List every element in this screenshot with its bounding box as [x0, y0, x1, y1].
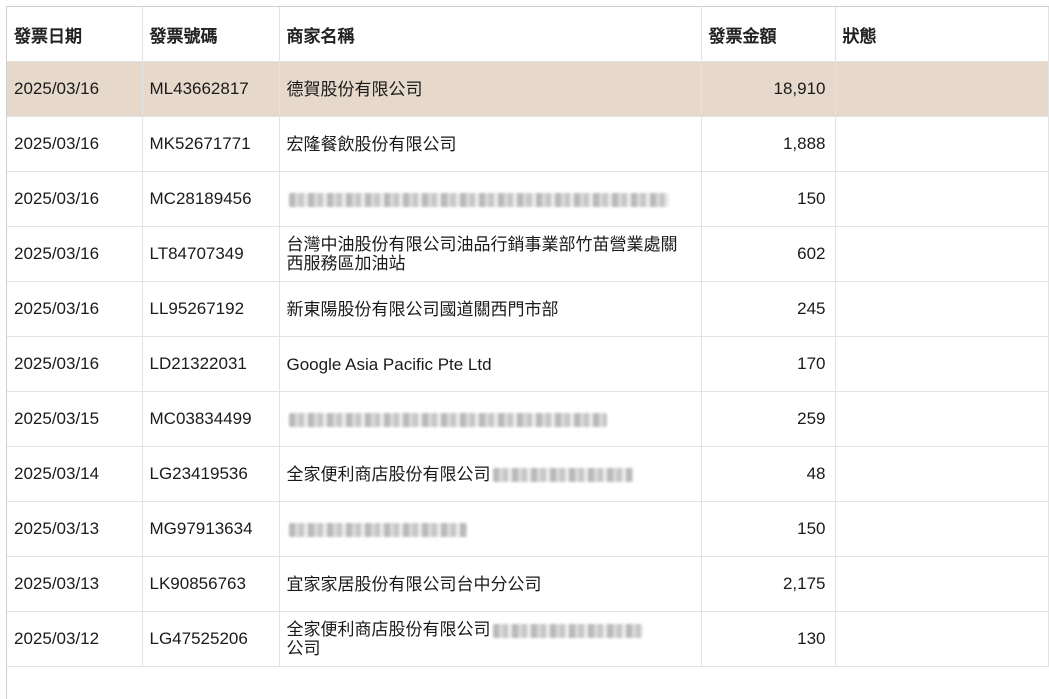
cell-invoice-no: LG47525206 [142, 611, 280, 667]
cell-amount: 602 [701, 226, 836, 282]
table-row[interactable]: 2025/03/16 MK52671771 宏隆餐飲股份有限公司 1,888 : [7, 116, 1049, 172]
redacted-text [288, 193, 669, 208]
cell-amount: 1,888 [701, 116, 836, 172]
invoice-table: 發票日期 發票號碼 商家名稱 發票金額 狀態 2025/03/16 ML4366… [7, 7, 1049, 667]
cell-merchant [279, 501, 702, 557]
table-row[interactable]: 2025/03/13 MG97913634 150 : [7, 501, 1049, 557]
redacted-text [492, 468, 633, 483]
cell-merchant: 台灣中油股份有限公司油品行銷事業部竹苗營業處關西服務區加油站 [279, 226, 702, 282]
cell-amount: 259 [701, 391, 836, 447]
cell-date: 2025/03/16 [7, 226, 143, 282]
cell-date: 2025/03/13 [7, 501, 143, 557]
cell-date: 2025/03/16 [7, 61, 143, 117]
cell-status [835, 556, 1049, 612]
cell-date: 2025/03/13 [7, 556, 143, 612]
table-row[interactable]: 2025/03/16 MC28189456 150 : [7, 171, 1049, 227]
header-row: 發票日期 發票號碼 商家名稱 發票金額 狀態 [7, 7, 1049, 62]
cell-status [835, 116, 1049, 172]
merchant-name: 全家便利商店股份有限公司 [286, 464, 491, 484]
cell-date: 2025/03/16 [7, 281, 143, 337]
column-header-invoice-no[interactable]: 發票號碼 [142, 7, 280, 62]
cell-amount: 2,175 [701, 556, 836, 612]
cell-status [835, 281, 1049, 337]
cell-date: 2025/03/16 [7, 171, 143, 227]
cell-status [835, 446, 1049, 502]
cell-merchant: 德賀股份有限公司 [279, 61, 702, 117]
invoice-grid: 發票日期 發票號碼 商家名稱 發票金額 狀態 2025/03/16 ML4366… [6, 6, 1049, 699]
redacted-text [288, 523, 467, 538]
cell-status [835, 61, 1049, 117]
table-row[interactable]: 2025/03/14 LG23419536 全家便利商店股份有限公司 48 : [7, 446, 1049, 502]
cell-invoice-no: MC28189456 [142, 171, 280, 227]
cell-invoice-no: MK52671771 [142, 116, 280, 172]
cell-status [835, 501, 1049, 557]
cell-merchant: 全家便利商店股份有限公司 公司 [279, 611, 702, 667]
cell-invoice-no: LG23419536 [142, 446, 280, 502]
redacted-text [492, 623, 643, 638]
cell-status [835, 336, 1049, 392]
cell-amount: 170 [701, 336, 836, 392]
merchant-name-suffix: 公司 [286, 639, 321, 658]
column-header-status[interactable]: 狀態 [835, 7, 1049, 62]
cell-date: 2025/03/12 [7, 611, 143, 667]
column-header-amount[interactable]: 發票金額 [701, 7, 836, 62]
cell-date: 2025/03/16 [7, 336, 143, 392]
cell-date: 2025/03/14 [7, 446, 143, 502]
table-row[interactable]: 2025/03/16 LD21322031 Google Asia Pacifi… [7, 336, 1049, 392]
table-row[interactable]: 2025/03/16 LT84707349 台灣中油股份有限公司油品行銷事業部竹… [7, 226, 1049, 282]
cell-status [835, 611, 1049, 667]
cell-amount: 18,910 [701, 61, 836, 117]
cell-status [835, 171, 1049, 227]
cell-amount: 150 [701, 501, 836, 557]
cell-invoice-no: LK90856763 [142, 556, 280, 612]
cell-invoice-no: LT84707349 [142, 226, 280, 282]
cell-invoice-no: LL95267192 [142, 281, 280, 337]
column-header-merchant[interactable]: 商家名稱 [279, 7, 702, 62]
column-header-date[interactable]: 發票日期 [7, 7, 143, 62]
cell-amount: 150 [701, 171, 836, 227]
redacted-text [288, 413, 607, 428]
cell-invoice-no: MC03834499 [142, 391, 280, 447]
cell-status [835, 226, 1049, 282]
cell-invoice-no: LD21322031 [142, 336, 280, 392]
cell-merchant: 宏隆餐飲股份有限公司 [279, 116, 702, 172]
table-row[interactable]: 2025/03/15 MC03834499 259 : [7, 391, 1049, 447]
cell-merchant: 新東陽股份有限公司國道關西門市部 [279, 281, 702, 337]
cell-merchant [279, 391, 702, 447]
table-row[interactable]: 2025/03/16 LL95267192 新東陽股份有限公司國道關西門市部 2… [7, 281, 1049, 337]
cell-amount: 130 [701, 611, 836, 667]
cell-invoice-no: MG97913634 [142, 501, 280, 557]
cell-merchant [279, 171, 702, 227]
cell-amount: 48 [701, 446, 836, 502]
merchant-name: 全家便利商店股份有限公司 [286, 620, 491, 639]
cell-merchant: Google Asia Pacific Pte Ltd [279, 336, 702, 392]
cell-date: 2025/03/16 [7, 116, 143, 172]
cell-status [835, 391, 1049, 447]
table-row[interactable]: 2025/03/13 LK90856763 宜家家居股份有限公司台中分公司 2,… [7, 556, 1049, 612]
cell-merchant: 全家便利商店股份有限公司 [279, 446, 702, 502]
cell-date: 2025/03/15 [7, 391, 143, 447]
table-row[interactable]: 2025/03/12 LG47525206 全家便利商店股份有限公司 公司 13… [7, 611, 1049, 667]
table-row[interactable]: 2025/03/16 ML43662817 德賀股份有限公司 18,910 : [7, 61, 1049, 117]
cell-invoice-no: ML43662817 [142, 61, 280, 117]
cell-merchant: 宜家家居股份有限公司台中分公司 [279, 556, 702, 612]
cell-amount: 245 [701, 281, 836, 337]
